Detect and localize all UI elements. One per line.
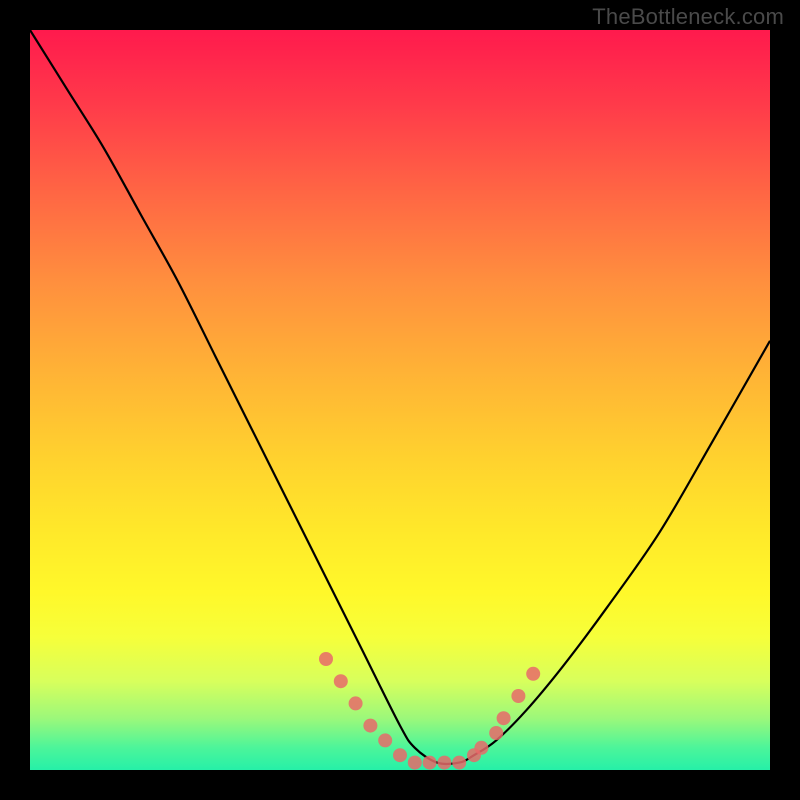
marker-dot	[497, 711, 511, 725]
marker-dot	[474, 741, 488, 755]
marker-dot	[363, 719, 377, 733]
marker-dot	[349, 696, 363, 710]
marker-dot	[408, 756, 422, 770]
watermark-text: TheBottleneck.com	[592, 4, 784, 30]
bottleneck-curve	[30, 30, 770, 764]
marker-dot	[511, 689, 525, 703]
marker-dot	[437, 756, 451, 770]
marker-dot	[452, 756, 466, 770]
marker-dot	[319, 652, 333, 666]
plot-area	[30, 30, 770, 770]
curve-layer	[30, 30, 770, 770]
marker-dot	[378, 733, 392, 747]
chart-frame: TheBottleneck.com	[0, 0, 800, 800]
marker-dot	[489, 726, 503, 740]
marker-dot	[393, 748, 407, 762]
marker-dot	[526, 667, 540, 681]
marker-dot	[334, 674, 348, 688]
marker-dot	[423, 756, 437, 770]
curve-path	[30, 30, 770, 764]
highlight-markers	[319, 652, 540, 770]
